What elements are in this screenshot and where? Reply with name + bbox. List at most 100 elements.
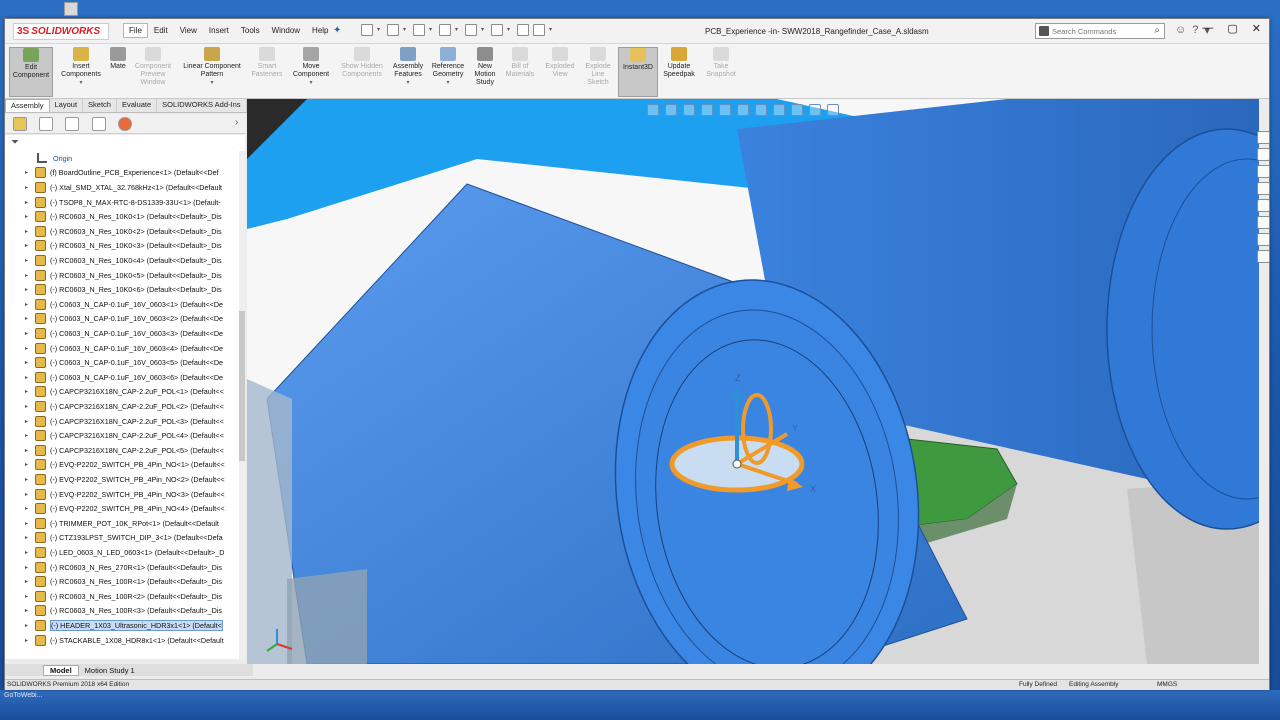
edit-appearance-icon[interactable] <box>791 104 803 116</box>
expand-arrow-icon[interactable]: ▸ <box>25 286 35 293</box>
tree-item-origin[interactable]: Origin <box>5 151 245 166</box>
expand-arrow-icon[interactable]: ▸ <box>25 534 35 541</box>
tree-item-component[interactable]: ▸ (-) LED_0603_N_LED_0603<1> (Default<<De… <box>5 545 245 560</box>
property-manager-icon[interactable] <box>39 117 53 131</box>
mate-button[interactable]: Mate <box>107 47 129 97</box>
dimxpert-manager-icon[interactable] <box>92 117 106 131</box>
file-explorer-icon[interactable] <box>1256 165 1270 178</box>
chevron-down-icon[interactable]: ▾ <box>481 24 487 36</box>
tree-item-component[interactable]: ▸ (-) C0603_N_CAP-0.1uF_16V_0603<1> (Defa… <box>5 297 245 312</box>
tree-item-component[interactable]: ▸ (-) RC0603_N_Res_100R<3> (Default<<Defa… <box>5 604 245 619</box>
expand-arrow-icon[interactable]: ▸ <box>25 330 35 337</box>
close-icon[interactable]: ✕ <box>1252 22 1261 35</box>
chevron-down-icon[interactable]: ▾ <box>309 79 312 87</box>
expand-arrow-icon[interactable]: ▸ <box>25 564 35 571</box>
options-gear-icon[interactable] <box>533 24 545 36</box>
bottom-bracket[interactable] <box>287 569 367 664</box>
expand-arrow-icon[interactable]: ▸ <box>25 272 35 279</box>
feature-manager-tree-icon[interactable] <box>13 117 27 131</box>
design-library-icon[interactable] <box>1256 148 1270 161</box>
expand-arrow-icon[interactable]: ▸ <box>25 476 35 483</box>
tab-solidworks-add-ins[interactable]: SOLIDWORKS Add-Ins <box>157 99 247 112</box>
display-style-icon[interactable] <box>755 104 767 116</box>
3d-content-central-icon[interactable] <box>1256 250 1270 263</box>
expand-arrow-icon[interactable]: ▸ <box>25 622 35 629</box>
expand-arrow-icon[interactable]: ▸ <box>25 607 35 614</box>
dynamic-annotation-icon[interactable] <box>719 104 731 116</box>
menu-file[interactable]: File <box>123 23 148 38</box>
reference-geometry-button[interactable]: Reference Geometry ▾ <box>428 47 468 97</box>
solidworks-logo[interactable]: 3S SOLIDWORKS <box>13 23 109 40</box>
chevron-down-icon[interactable]: ▾ <box>507 24 513 36</box>
tree-item-component[interactable]: ▸ (-) C0603_N_CAP-0.1uF_16V_0603<3> (Defa… <box>5 326 245 341</box>
chevron-down-icon[interactable]: ▾ <box>210 79 213 87</box>
tree-item-component[interactable]: ▸ (-) CAPCP3216X18N_CAP-2.2uF_POL<3> (Def… <box>5 414 245 429</box>
component-preview-window-button[interactable]: Component Preview Window <box>131 47 175 97</box>
take-snapshot-button[interactable]: Take Snapshot <box>703 47 739 97</box>
expand-arrow-icon[interactable]: ▸ <box>25 491 35 498</box>
tree-item-component[interactable]: ▸ (-) TRIMMER_POT_10K_RPot<1> (Default<<D… <box>5 516 245 531</box>
tree-item-component[interactable]: ▸ (-) TSOP8_N_MAX-RTC-8-DS1339-33U<1> (De… <box>5 195 245 210</box>
expand-arrow-icon[interactable]: ▸ <box>25 432 35 439</box>
menu-help[interactable]: Help <box>306 23 334 38</box>
expand-arrow-icon[interactable]: ▸ <box>25 637 35 644</box>
expand-arrow-icon[interactable]: ▸ <box>25 315 35 322</box>
tree-item-component[interactable]: ▸ (-) EVQ-P2202_SWITCH_PB_4Pin_NO<3> (Def… <box>5 487 245 502</box>
chevron-down-icon[interactable]: ▾ <box>377 24 383 36</box>
expand-arrow-icon[interactable]: ▸ <box>25 213 35 220</box>
chevron-down-icon[interactable]: ▾ <box>403 24 409 36</box>
filter-funnel-icon[interactable]: ⏷ <box>11 137 19 148</box>
help-icon[interactable]: ? <box>1192 24 1198 37</box>
graphics-viewport[interactable]: Z Y X <box>247 99 1259 664</box>
tree-item-component[interactable]: ▸ (-) CAPCP3216X18N_CAP-2.2uF_POL<5> (Def… <box>5 443 245 458</box>
chevron-down-icon[interactable]: ▾ <box>429 24 435 36</box>
tree-item-component[interactable]: ▸ (-) EVQ-P2202_SWITCH_PB_4Pin_NO<2> (Def… <box>5 472 245 487</box>
user-icon[interactable]: ☺ <box>1175 24 1186 37</box>
tree-scrollbar[interactable] <box>239 151 245 659</box>
expand-arrow-icon[interactable]: ▸ <box>25 374 35 381</box>
assembly-features-button[interactable]: Assembly Features ▾ <box>389 47 427 97</box>
tab-model[interactable]: Model <box>43 664 79 676</box>
expand-arrow-icon[interactable]: ▸ <box>25 184 35 191</box>
expand-arrow-icon[interactable]: ▸ <box>25 388 35 395</box>
zoom-to-area-icon[interactable] <box>665 104 677 116</box>
expand-arrow-icon[interactable]: ▸ <box>25 505 35 512</box>
expand-arrow-icon[interactable]: ▸ <box>25 461 35 468</box>
expand-arrow-icon[interactable]: ▸ <box>25 228 35 235</box>
view-settings-icon[interactable] <box>827 104 839 116</box>
move-component-button[interactable]: Move Component ▾ <box>287 47 335 97</box>
tree-item-component[interactable]: ▸ (-) RC0603_N_Res_100R<1> (Default<<Defa… <box>5 574 245 589</box>
tree-item-component[interactable]: ▸ (-) C0603_N_CAP-0.1uF_16V_0603<4> (Defa… <box>5 341 245 356</box>
taskbar-label[interactable]: GoToWebi... <box>4 692 42 699</box>
tree-item-component[interactable]: ▸ (-) STACKABLE_1X08_HDR8x1<1> (Default<<… <box>5 633 245 648</box>
minimize-icon[interactable]: — <box>1202 22 1213 35</box>
print-icon[interactable] <box>439 24 451 36</box>
left-bracket[interactable] <box>247 379 292 664</box>
insert-components-button[interactable]: Insert Components ▾ <box>57 47 105 97</box>
chevron-down-icon[interactable]: ▾ <box>446 79 449 87</box>
tree-item-component[interactable]: ▸ (-) RC0603_N_Res_10K0<3> (Default<<Defa… <box>5 239 245 254</box>
tree-item-component[interactable]: ▸ (f) BoardOutline_PCB_Experience<1> (Def… <box>5 166 245 181</box>
save-icon[interactable] <box>413 24 425 36</box>
desktop-icon[interactable] <box>64 2 78 16</box>
expand-arrow-icon[interactable]: ▸ <box>25 578 35 585</box>
menu-insert[interactable]: Insert <box>203 23 235 38</box>
menu-view[interactable]: View <box>174 23 203 38</box>
hide-show-items-icon[interactable] <box>773 104 785 116</box>
triad-origin[interactable] <box>732 459 742 469</box>
tree-item-component[interactable]: ▸ (-) EVQ-P2202_SWITCH_PB_4Pin_NO<4> (Def… <box>5 501 245 516</box>
tree-item-component[interactable]: ▸ (-) RC0603_N_Res_270R<1> (Default<<Defa… <box>5 560 245 575</box>
tab-assembly[interactable]: Assembly <box>5 99 50 112</box>
solidworks-forum-icon[interactable] <box>1256 233 1270 246</box>
menu-tools[interactable]: Tools <box>235 23 266 38</box>
linear-component-pattern-button[interactable]: Linear Component Pattern ▾ <box>177 47 247 97</box>
expand-arrow-icon[interactable]: ▸ <box>25 199 35 206</box>
explode-line-sketch-button[interactable]: Explode Line Sketch <box>581 47 615 97</box>
tree-item-component[interactable]: ▸ (-) CAPCP3216X18N_CAP-2.2uF_POL<4> (Def… <box>5 428 245 443</box>
3d-model-view[interactable]: Z Y X <box>247 99 1259 664</box>
tree-item-component[interactable]: ▸ (-) EVQ-P2202_SWITCH_PB_4Pin_NO<1> (Def… <box>5 458 245 473</box>
expand-arrow-icon[interactable]: ▸ <box>25 359 35 366</box>
chevron-down-icon[interactable]: ▾ <box>406 79 409 87</box>
chevron-right-icon[interactable]: › <box>235 117 238 128</box>
search-icon[interactable]: ⌕ <box>1154 25 1160 36</box>
